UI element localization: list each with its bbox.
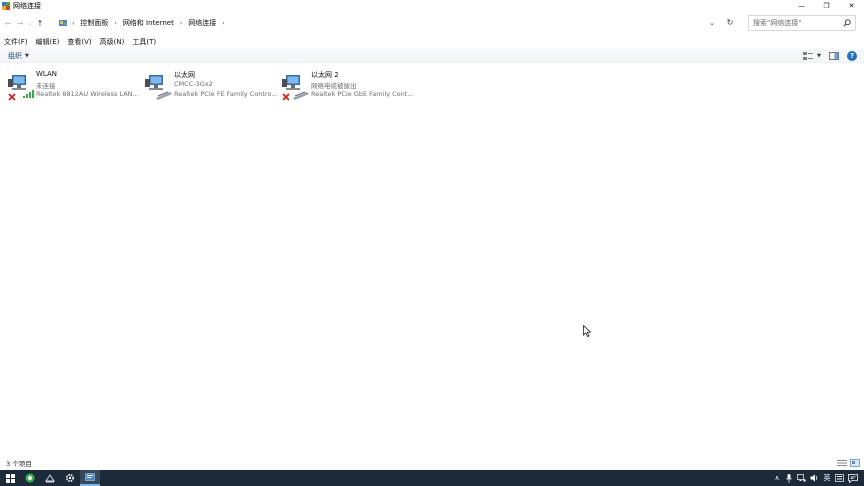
caret-down-icon: ▼ bbox=[25, 53, 29, 59]
menu-view[interactable]: 查看(V) bbox=[67, 37, 91, 47]
adapter-status: CMCC-3Gx2 bbox=[174, 80, 213, 88]
forward-button[interactable]: → bbox=[14, 16, 26, 30]
adapter-status: 网络电缆被拔出 bbox=[311, 82, 357, 90]
adapter-ethernet-2[interactable]: 以太网 2 网络电缆被拔出 Realtek PCIe GbE Family Co… bbox=[281, 70, 417, 104]
adapter-name: WLAN bbox=[36, 70, 58, 78]
address-bar-row: ← → ⌄ ↑ › 控制面板 › 网络和 Internet › 网络连接 › ⌄… bbox=[0, 14, 864, 32]
menu-advanced[interactable]: 高级(N) bbox=[100, 37, 125, 47]
details-view-icon[interactable] bbox=[837, 459, 847, 467]
network-connections-icon bbox=[2, 2, 10, 10]
view-toggle-group bbox=[834, 459, 860, 467]
browser-icon bbox=[25, 473, 35, 483]
organize-label: 组织 bbox=[8, 52, 22, 60]
network-status-icon[interactable] bbox=[795, 470, 808, 486]
minimize-button[interactable]: — bbox=[789, 0, 814, 12]
help-icon: ? bbox=[847, 51, 857, 61]
disconnected-x-icon bbox=[8, 93, 16, 101]
adapter-ethernet[interactable]: 以太网 CMCC-3Gx2 Realtek PCIe FE Family Con… bbox=[144, 70, 280, 104]
back-button[interactable]: ← bbox=[2, 16, 14, 30]
gear-icon bbox=[65, 473, 75, 483]
microphone-icon[interactable] bbox=[783, 470, 795, 486]
ethernet-adapter-icon bbox=[144, 72, 174, 100]
breadcrumb-control-panel[interactable]: 控制面板 bbox=[80, 18, 108, 28]
adapter-device: Realtek PCIe GbE Family Contr... bbox=[311, 90, 415, 98]
menu-edit[interactable]: 编辑(E) bbox=[36, 37, 60, 47]
adapter-device: Realtek 8812AU Wireless LAN ... bbox=[36, 90, 140, 98]
search-box[interactable] bbox=[748, 15, 856, 31]
taskbar: ∧ 英 bbox=[0, 470, 864, 486]
search-icon[interactable] bbox=[843, 19, 851, 27]
up-button[interactable]: ↑ bbox=[34, 16, 46, 30]
view-options-caret[interactable]: ▼ bbox=[816, 51, 822, 61]
show-hidden-icons-button[interactable]: ∧ bbox=[771, 470, 783, 486]
window-controls: — ❐ ✕ bbox=[789, 0, 864, 12]
change-view-icon[interactable] bbox=[802, 51, 814, 61]
system-tray: ∧ 英 bbox=[771, 470, 864, 486]
ime-indicator[interactable]: 英 bbox=[821, 470, 833, 486]
window-title: 网络连接 bbox=[13, 2, 41, 10]
address-box[interactable]: › 控制面板 › 网络和 Internet › 网络连接 › ⌄ ↻ bbox=[56, 14, 744, 32]
network-tool-icon bbox=[45, 474, 55, 483]
item-count: 3 个项目 bbox=[6, 460, 32, 468]
address-dropdown-button[interactable]: ⌄ bbox=[706, 17, 718, 29]
chevron-right-icon[interactable]: › bbox=[72, 20, 74, 27]
adapter-device: Realtek PCIe FE Family Control... bbox=[174, 90, 278, 98]
control-panel-icon bbox=[85, 473, 95, 481]
preview-pane-icon[interactable] bbox=[828, 51, 840, 61]
chevron-right-icon[interactable]: › bbox=[222, 20, 224, 27]
taskbar-network-tool[interactable] bbox=[40, 470, 60, 486]
breadcrumb-network-connections[interactable]: 网络连接 bbox=[188, 18, 216, 28]
toolbar-right-group: ▼ ? bbox=[796, 51, 858, 61]
chevron-right-icon[interactable]: › bbox=[114, 20, 116, 27]
start-button[interactable] bbox=[0, 470, 20, 486]
breadcrumb-network-internet[interactable]: 网络和 Internet bbox=[123, 18, 174, 28]
close-button[interactable]: ✕ bbox=[839, 0, 864, 12]
taskbar-control-panel[interactable] bbox=[80, 470, 100, 486]
adapter-status: 未连接 bbox=[36, 82, 56, 90]
menu-file[interactable]: 文件(F) bbox=[4, 37, 28, 47]
menu-tools[interactable]: 工具(T) bbox=[132, 37, 156, 47]
refresh-button[interactable]: ↻ bbox=[724, 17, 736, 29]
control-panel-icon bbox=[58, 18, 68, 28]
adapter-name: 以太网 bbox=[174, 71, 195, 79]
disconnected-x-icon bbox=[282, 93, 290, 101]
action-center-icon[interactable] bbox=[846, 470, 860, 486]
organize-button[interactable]: 组织 ▼ bbox=[8, 51, 29, 61]
taskbar-browser[interactable] bbox=[20, 470, 40, 486]
keyboard-layout-icon[interactable] bbox=[833, 470, 846, 486]
help-button[interactable]: ? bbox=[846, 51, 858, 61]
chevron-right-icon[interactable]: › bbox=[180, 20, 182, 27]
title-bar: 网络连接 — ❐ ✕ bbox=[0, 0, 864, 12]
search-input[interactable] bbox=[753, 19, 841, 27]
status-bar: 3 个项目 bbox=[0, 457, 864, 469]
adapter-list: WLAN 未连接 Realtek 8812AU Wireless LAN ...… bbox=[0, 64, 864, 456]
menu-bar: 文件(F) 编辑(E) 查看(V) 高级(N) 工具(T) bbox=[0, 36, 864, 48]
windows-logo-icon bbox=[5, 473, 15, 483]
adapter-name: 以太网 2 bbox=[311, 71, 339, 79]
large-icons-view-icon[interactable] bbox=[850, 459, 860, 467]
restore-button[interactable]: ❐ bbox=[814, 0, 839, 12]
mouse-cursor-icon bbox=[583, 324, 592, 337]
adapter-wlan[interactable]: WLAN 未连接 Realtek 8812AU Wireless LAN ... bbox=[6, 70, 142, 104]
command-bar: 组织 ▼ ▼ ? bbox=[0, 49, 864, 63]
recent-locations-button[interactable]: ⌄ bbox=[26, 16, 34, 30]
volume-icon[interactable] bbox=[808, 470, 821, 486]
taskbar-settings[interactable] bbox=[60, 470, 80, 486]
